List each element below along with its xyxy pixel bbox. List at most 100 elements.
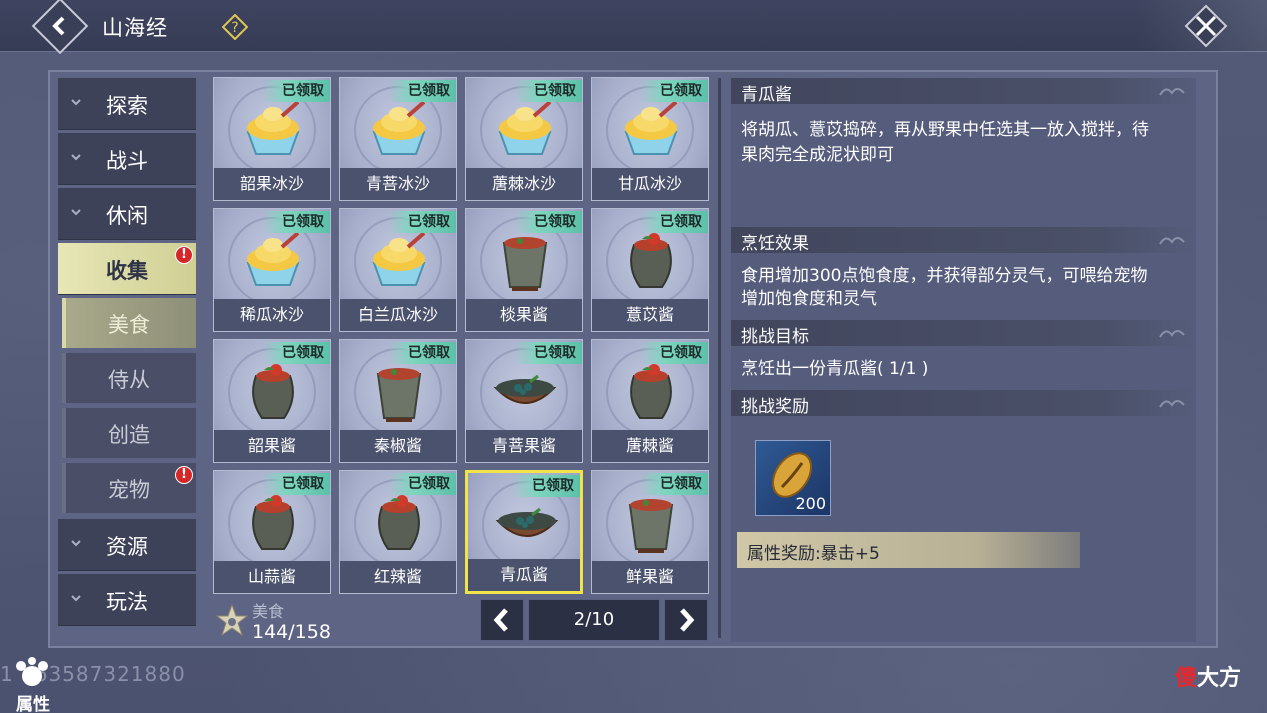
- chevron-down-icon: [71, 99, 81, 106]
- food-card[interactable]: 已领取红辣酱: [339, 470, 457, 594]
- claimed-badge: 已领取: [640, 473, 708, 495]
- food-card-name: 甘瓜冰沙: [592, 168, 708, 200]
- food-card-name: 鲜果酱: [592, 561, 708, 593]
- food-card[interactable]: 已领取 山蒜酱: [213, 470, 331, 594]
- watermark: 傻大方: [1175, 660, 1241, 692]
- food-card-name: 青菩冰沙: [340, 168, 456, 200]
- effect-line1: 食用增加300点饱食度，并获得部分灵气，可喂给宠物: [741, 266, 1148, 286]
- attributes-label: 属性: [16, 695, 50, 713]
- page-indicator: 2/10: [528, 599, 660, 641]
- food-card[interactable]: 已领取薏苡酱: [591, 208, 709, 332]
- chevron-down-icon: [71, 209, 81, 216]
- sidebar-item-explore[interactable]: 探索: [58, 78, 196, 130]
- food-card[interactable]: 已领取青瓜酱: [465, 470, 583, 594]
- claimed-badge: 已领取: [262, 80, 330, 102]
- food-card-name: 薏苡酱: [592, 299, 708, 331]
- watermark-part2: 大方: [1197, 666, 1242, 691]
- claimed-badge: 已领取: [262, 342, 330, 364]
- paw-icon: [16, 657, 48, 686]
- food-card[interactable]: 已领取稀瓜冰沙: [213, 208, 331, 332]
- collection-label: 美食: [252, 602, 285, 621]
- sidebar-subitem-pet[interactable]: 宠物 !: [62, 463, 196, 513]
- sidebar-item-label: 收集: [106, 259, 148, 283]
- svg-text:?: ?: [231, 20, 238, 36]
- chevron-left-icon: [493, 608, 508, 632]
- sidebar-item-resources[interactable]: 资源: [58, 519, 196, 571]
- food-card-name: 稀瓜冰沙: [214, 299, 330, 331]
- food-card[interactable]: 已领取 蓎棘酱: [591, 339, 709, 463]
- top-bar: [0, 0, 1267, 52]
- sidebar-item-label: 玩法: [106, 590, 148, 614]
- food-card-name: 红辣酱: [340, 561, 456, 593]
- food-card[interactable]: 已领取 秦椒酱: [339, 339, 457, 463]
- food-card-name: 韶果冰沙: [214, 168, 330, 200]
- detail-description-line2: 果肉完全成泥状即可: [741, 145, 894, 165]
- claimed-badge: 已领取: [640, 80, 708, 102]
- sidebar-item-battle[interactable]: 战斗: [58, 133, 196, 185]
- sidebar-subitem-create[interactable]: 创造: [62, 408, 196, 458]
- cloud-ornament-icon: [1159, 330, 1185, 338]
- sidebar-subitem-label: 创造: [108, 423, 150, 447]
- help-icon[interactable]: ?: [222, 14, 248, 40]
- attribute-reward-text: 属性奖励:暴击+5: [747, 544, 880, 564]
- chevron-down-icon: [71, 540, 81, 547]
- alert-badge: !: [175, 466, 193, 484]
- food-card[interactable]: 已领取 韶果酱: [213, 339, 331, 463]
- food-card[interactable]: 已领取鲜果酱: [591, 470, 709, 594]
- sidebar-item-label: 休闲: [106, 204, 148, 228]
- cloud-ornament-icon: [1159, 400, 1185, 408]
- sidebar-subitem-food[interactable]: 美食: [62, 298, 196, 348]
- chevron-right-icon: [680, 608, 695, 632]
- cloud-ornament-icon: [1159, 237, 1185, 245]
- food-card[interactable]: 已领取 蓎棘冰沙: [465, 77, 583, 201]
- panel-divider: [718, 78, 721, 638]
- back-arrow-icon: [52, 16, 65, 36]
- sidebar-item-collect[interactable]: 收集 !: [58, 243, 196, 295]
- claimed-badge: 已领取: [262, 211, 330, 233]
- food-card-name: 白兰瓜冰沙: [340, 299, 456, 331]
- food-card-name: 棪果酱: [466, 299, 582, 331]
- food-card[interactable]: 已领取甘瓜冰沙: [591, 77, 709, 201]
- sidebar-subitem-label: 宠物: [108, 478, 150, 502]
- alert-badge: !: [175, 246, 193, 264]
- food-card[interactable]: 已领取棪果酱: [465, 208, 583, 332]
- collection-count: 144/158: [252, 621, 331, 643]
- claimed-badge: 已领取: [514, 342, 582, 364]
- food-card-name: 蓎棘酱: [592, 430, 708, 462]
- reward-heading: 挑战奖励: [741, 397, 809, 417]
- page-title: 山海经: [102, 16, 168, 40]
- food-card[interactable]: 已领取 青菩冰沙: [339, 77, 457, 201]
- sidebar-subitem-attendant[interactable]: 侍从: [62, 353, 196, 403]
- claimed-badge: 已领取: [388, 473, 456, 495]
- food-card-name: 青菩果酱: [466, 430, 582, 462]
- claimed-badge: 已领取: [512, 475, 580, 497]
- sidebar-subitem-label: 侍从: [108, 368, 150, 392]
- effect-heading: 烹饪效果: [741, 234, 809, 254]
- food-card[interactable]: 已领取韶果冰沙: [213, 77, 331, 201]
- sidebar-item-leisure[interactable]: 休闲: [58, 188, 196, 240]
- reward-count: 200: [795, 494, 826, 513]
- reward-item-slot[interactable]: 200: [755, 440, 831, 516]
- sidebar-item-gameplay[interactable]: 玩法: [58, 574, 196, 626]
- next-page-button[interactable]: [664, 599, 708, 641]
- claimed-badge: 已领取: [640, 211, 708, 233]
- food-card-name: 秦椒酱: [340, 430, 456, 462]
- prev-page-button[interactable]: [480, 599, 524, 641]
- food-card[interactable]: 已领取 白兰瓜冰沙: [339, 208, 457, 332]
- reward-head-bar: 挑战奖励: [731, 390, 1196, 417]
- goal-text: 烹饪出一份青瓜酱( 1/1 ): [741, 359, 929, 379]
- claimed-badge: 已领取: [514, 211, 582, 233]
- chevron-down-icon: [71, 595, 81, 602]
- goal-head-bar: 挑战目标: [731, 320, 1196, 347]
- sidebar-subitem-label: 美食: [108, 313, 150, 337]
- close-button[interactable]: [1184, 4, 1228, 48]
- food-card-name: 青瓜酱: [468, 559, 580, 591]
- effect-line2: 增加饱食度和灵气: [741, 289, 877, 309]
- claimed-badge: 已领取: [514, 80, 582, 102]
- goal-heading: 挑战目标: [741, 327, 809, 347]
- sidebar-item-label: 探索: [106, 94, 148, 118]
- sidebar-item-label: 资源: [106, 535, 148, 559]
- cloud-ornament-icon: [1159, 88, 1185, 96]
- food-card[interactable]: 已领取青菩果酱: [465, 339, 583, 463]
- attributes-button[interactable]: 属性: [12, 656, 58, 713]
